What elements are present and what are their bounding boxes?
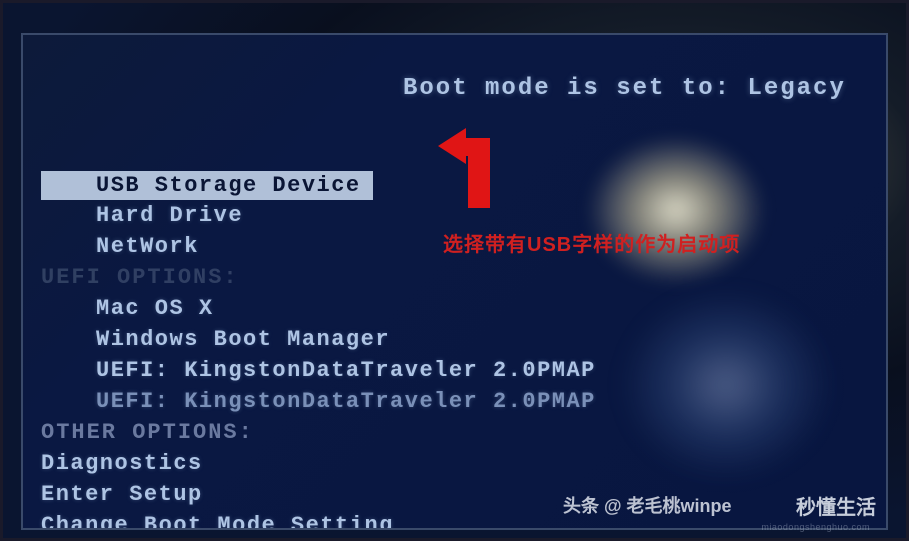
other-options-header: OTHER OPTIONS: [41, 417, 868, 448]
boot-option-uefi-kingston-1[interactable]: UEFI: KingstonDataTraveler 2.0PMAP [41, 355, 868, 386]
watermark-miaodong: 秒懂生活 [796, 491, 876, 520]
annotation-text: 选择带有USB字样的作为启动项 [443, 228, 740, 257]
boot-option-windows-boot-manager[interactable]: Windows Boot Manager [41, 324, 868, 355]
watermark-url: miaodongshenghuo.com [761, 522, 870, 532]
boot-option-enter-setup[interactable]: Enter Setup [41, 479, 868, 510]
boot-option-usb-storage[interactable]: USB Storage Device [41, 171, 373, 200]
boot-menu: LEGACY OPTIONS: USB Storage Device Hard … [41, 140, 868, 530]
uefi-options-header: UEFI OPTIONS: [41, 262, 868, 293]
boot-option-diagnostics[interactable]: Diagnostics [41, 448, 868, 479]
boot-option-change-boot-mode[interactable]: Change Boot Mode Setting [41, 510, 868, 530]
photo-frame: Boot mode is set to: Legacy LEGACY OPTIO… [0, 0, 909, 541]
watermark-toutiao: 头条 @ 老毛桃winpe [563, 492, 732, 518]
boot-option-mac-osx[interactable]: Mac OS X [41, 293, 868, 324]
bios-screen: Boot mode is set to: Legacy LEGACY OPTIO… [21, 33, 888, 530]
boot-option-hard-drive[interactable]: Hard Drive [41, 200, 868, 231]
boot-mode-header: Boot mode is set to: Legacy [403, 75, 846, 102]
boot-option-uefi-kingston-2[interactable]: UEFI: KingstonDataTraveler 2.0PMAP [41, 386, 868, 417]
